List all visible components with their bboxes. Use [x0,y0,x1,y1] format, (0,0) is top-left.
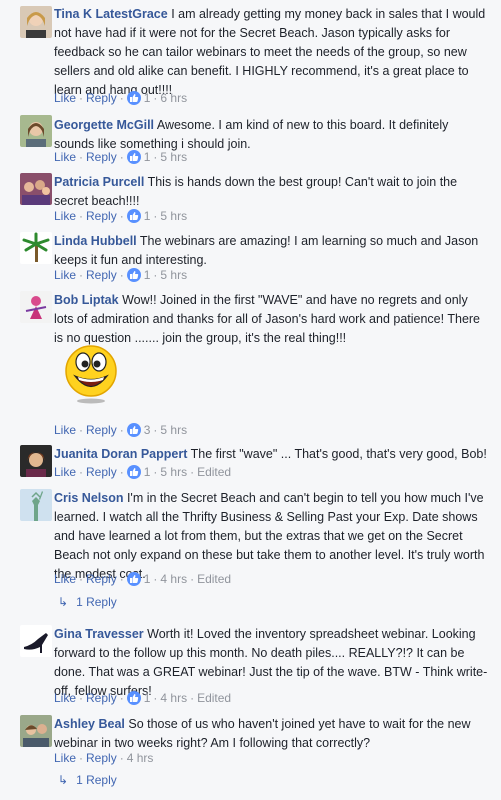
reply-button[interactable]: Reply [86,465,117,479]
replies-count-label[interactable]: 1 Reply [76,773,117,787]
like-button[interactable]: Like [54,150,76,164]
comment-author[interactable]: Bob Liptak [54,293,119,307]
like-button[interactable]: Like [54,691,76,705]
timestamp[interactable]: 5 hrs [160,423,187,437]
avatar[interactable] [20,625,52,657]
avatar[interactable] [20,715,52,747]
timestamp[interactable]: 5 hrs [160,150,187,164]
like-button[interactable]: Like [54,423,76,437]
like-button[interactable]: Like [54,268,76,282]
thumbs-up-icon[interactable] [126,268,141,282]
thumbs-up-icon[interactable] [126,572,141,586]
reply-button[interactable]: Reply [86,423,117,437]
timestamp[interactable]: 5 hrs [160,268,187,282]
thumbs-up-icon[interactable] [126,209,141,223]
reply-button[interactable]: Reply [86,751,117,765]
reply-arrow-icon: ↳ [58,773,69,787]
comment-author[interactable]: Juanita Doran Pappert [54,447,187,461]
avatar[interactable] [20,232,52,264]
comment-author[interactable]: Linda Hubbell [54,234,137,248]
replies-count-label[interactable]: 1 Reply [76,595,117,609]
like-count[interactable]: 1 [144,691,151,705]
reply-button[interactable]: Reply [86,691,117,705]
comment-author[interactable]: Tina K LatestGrace [54,7,168,21]
comment-author[interactable]: Gina Travesser [54,627,144,641]
like-count[interactable]: 1 [144,150,151,164]
timestamp[interactable]: 4 hrs [127,751,154,765]
avatar[interactable] [20,115,52,147]
thumbs-up-icon[interactable] [126,465,141,479]
emoji-sticker [60,343,122,405]
avatar[interactable] [20,6,52,38]
comment-author[interactable]: Georgette McGill [54,118,154,132]
comment-author[interactable]: Cris Nelson [54,491,123,505]
thumbs-up-icon[interactable] [126,150,141,164]
avatar[interactable] [20,489,52,521]
comment-feed: Tina K LatestGrace I am already getting … [0,0,501,800]
edited-label[interactable]: Edited [197,572,231,586]
comment-author[interactable]: Ashley Beal [54,717,125,731]
timestamp[interactable]: 5 hrs [160,209,187,223]
thumbs-up-icon[interactable] [126,423,141,437]
edited-label[interactable]: Edited [197,691,231,705]
timestamp[interactable]: 5 hrs [160,465,187,479]
like-button[interactable]: Like [54,751,76,765]
like-button[interactable]: Like [54,465,76,479]
comment-text: The first "wave" ... That's good, that's… [190,447,487,461]
thumbs-up-icon[interactable] [126,91,141,105]
like-count[interactable]: 1 [144,209,151,223]
like-button[interactable]: Like [54,209,76,223]
reply-arrow-icon: ↳ [58,595,69,609]
avatar[interactable] [20,291,52,323]
edited-label[interactable]: Edited [197,465,231,479]
timestamp[interactable]: 6 hrs [160,91,187,105]
view-replies-link[interactable]: ↳ 1 Reply [58,595,117,609]
timestamp[interactable]: 4 hrs [160,572,187,586]
like-count[interactable]: 3 [144,423,151,437]
avatar[interactable] [20,445,52,477]
reply-button[interactable]: Reply [86,209,117,223]
like-count[interactable]: 1 [144,465,151,479]
like-button[interactable]: Like [54,572,76,586]
reply-button[interactable]: Reply [86,91,117,105]
view-replies-link[interactable]: ↳ 1 Reply [58,773,117,787]
like-count[interactable]: 1 [144,268,151,282]
like-button[interactable]: Like [54,91,76,105]
reply-button[interactable]: Reply [86,268,117,282]
reply-button[interactable]: Reply [86,150,117,164]
comment-author[interactable]: Patricia Purcell [54,175,144,189]
avatar[interactable] [20,173,52,205]
like-count[interactable]: 1 [144,91,151,105]
thumbs-up-icon[interactable] [126,691,141,705]
like-count[interactable]: 1 [144,572,151,586]
timestamp[interactable]: 4 hrs [160,691,187,705]
reply-button[interactable]: Reply [86,572,117,586]
